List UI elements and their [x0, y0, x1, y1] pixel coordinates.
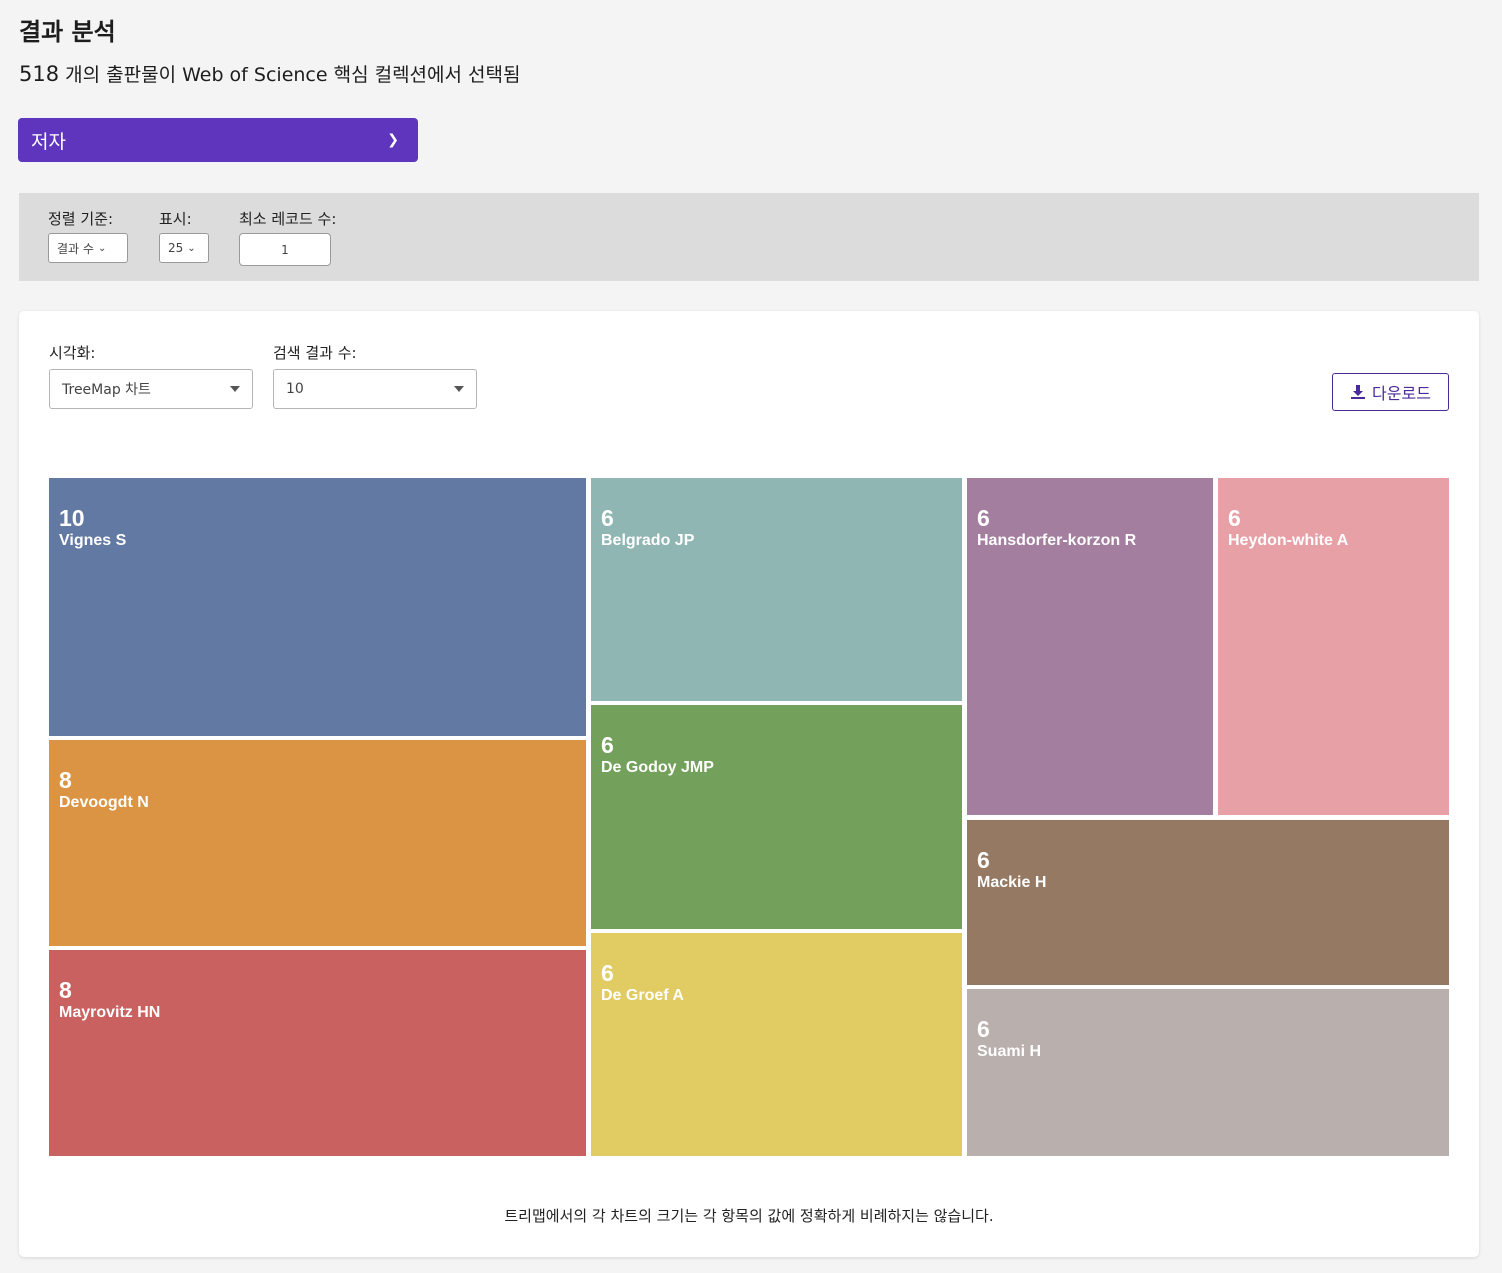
download-label: 다운로드	[1372, 384, 1431, 403]
result-count-group: 검색 결과 수: 10	[273, 342, 477, 409]
visualization-type-select[interactable]: TreeMap 차트	[49, 369, 253, 409]
treemap-tile-label: Mackie H	[977, 874, 1047, 891]
chevron-down-icon: ⌄	[97, 242, 107, 254]
result-count-select[interactable]: 10	[273, 369, 477, 409]
treemap-tile[interactable]: 6 Heydon-white A	[1218, 478, 1449, 815]
download-button[interactable]: 다운로드	[1332, 373, 1449, 411]
page-title: 결과 분석	[19, 18, 116, 46]
treemap-tile-value: 6	[977, 505, 990, 531]
treemap-tile[interactable]: 6 Hansdorfer-korzon R	[967, 478, 1213, 815]
visualization-label: 시각화:	[49, 344, 96, 362]
min-records-value: 1	[281, 242, 289, 257]
chevron-down-icon: ❯	[387, 132, 399, 148]
show-label: 표시:	[159, 210, 192, 228]
result-count-label: 검색 결과 수:	[273, 344, 357, 362]
treemap-tile-label: Belgrado JP	[601, 532, 695, 549]
treemap-tile-label: De Groef A	[601, 987, 684, 1004]
treemap-tile-label: Mayrovitz HN	[59, 1004, 161, 1021]
analysis-field-label: 저자	[31, 130, 66, 153]
treemap-tile-value: 6	[601, 505, 614, 531]
filter-bar: 정렬 기준: 결과 수 ⌄ 표시: 25 ⌄ 최소 레코드 수: 1	[19, 193, 1479, 281]
visualization-type-group: 시각화: TreeMap 차트	[49, 342, 253, 409]
sort-dropdown[interactable]: 결과 수 ⌄	[48, 233, 128, 263]
treemap-tile-label: Hansdorfer-korzon R	[977, 532, 1137, 549]
sort-label: 정렬 기준:	[48, 210, 114, 228]
caret-down-icon	[454, 386, 464, 392]
treemap-tile-value: 8	[59, 977, 72, 1003]
treemap-tile-label: Heydon-white A	[1228, 532, 1349, 549]
visualization-card: 시각화: TreeMap 차트 검색 결과 수: 10 다운로드 10 Vigne…	[19, 311, 1479, 1257]
min-records-group: 최소 레코드 수: 1	[239, 208, 336, 266]
results-summary: 518 개의 출판물이 Web of Science 핵심 컬렉션에서 선택됨	[19, 60, 520, 87]
treemap-tile-label: Devoogdt N	[59, 794, 149, 811]
visualization-type-value: TreeMap 차트	[62, 382, 151, 398]
treemap-tile-value: 6	[601, 960, 614, 986]
treemap-tile-label: Vignes S	[59, 532, 127, 549]
treemap-tile-value: 6	[1228, 505, 1241, 531]
treemap-tile-label: De Godoy JMP	[601, 759, 714, 776]
treemap-tile[interactable]: 6 De Groef A	[591, 933, 962, 1156]
treemap-tile[interactable]: 6 Mackie H	[967, 820, 1449, 985]
sort-value: 결과 수	[57, 241, 94, 256]
show-dropdown[interactable]: 25 ⌄	[159, 233, 209, 263]
download-icon	[1351, 385, 1366, 399]
results-summary-text: 개의 출판물이 Web of Science 핵심 컬렉션에서 선택됨	[59, 64, 521, 86]
treemap-tile-value: 8	[59, 767, 72, 793]
treemap-tile-value: 6	[977, 847, 990, 873]
analysis-field-dropdown[interactable]: 저자 ❯	[18, 118, 418, 162]
treemap-footnote: 트리맵에서의 각 차트의 크기는 각 항목의 값에 정확하게 비례하지는 않습니…	[504, 1207, 994, 1225]
treemap-tile[interactable]: 6 Suami H	[967, 989, 1449, 1156]
treemap-tile-value: 10	[59, 505, 85, 531]
show-value: 25	[168, 241, 184, 255]
treemap-tile[interactable]: 6 Belgrado JP	[591, 478, 962, 701]
publication-count: 518	[19, 62, 60, 86]
min-records-input[interactable]: 1	[239, 233, 331, 266]
treemap-tile-value: 6	[601, 732, 614, 758]
treemap-chart: 10 Vignes S 8 Devoogdt N 8 Mayrovitz HN 6 Belgr…	[49, 478, 1449, 1156]
treemap-tile-value: 6	[977, 1016, 990, 1042]
chevron-down-icon: ⌄	[187, 242, 196, 254]
min-records-label: 최소 레코드 수:	[239, 210, 337, 228]
show-group: 표시: 25 ⌄	[159, 208, 209, 263]
treemap-tile[interactable]: 6 De Godoy JMP	[591, 705, 962, 929]
treemap-tile-label: Suami H	[977, 1043, 1042, 1060]
result-count-value: 10	[286, 381, 304, 397]
sort-group: 정렬 기준: 결과 수 ⌄	[48, 208, 128, 263]
treemap-tile[interactable]: 8 Devoogdt N	[49, 740, 586, 946]
treemap-tile[interactable]: 10 Vignes S	[49, 478, 586, 736]
treemap-tile[interactable]: 8 Mayrovitz HN	[49, 950, 586, 1156]
caret-down-icon	[230, 386, 240, 392]
